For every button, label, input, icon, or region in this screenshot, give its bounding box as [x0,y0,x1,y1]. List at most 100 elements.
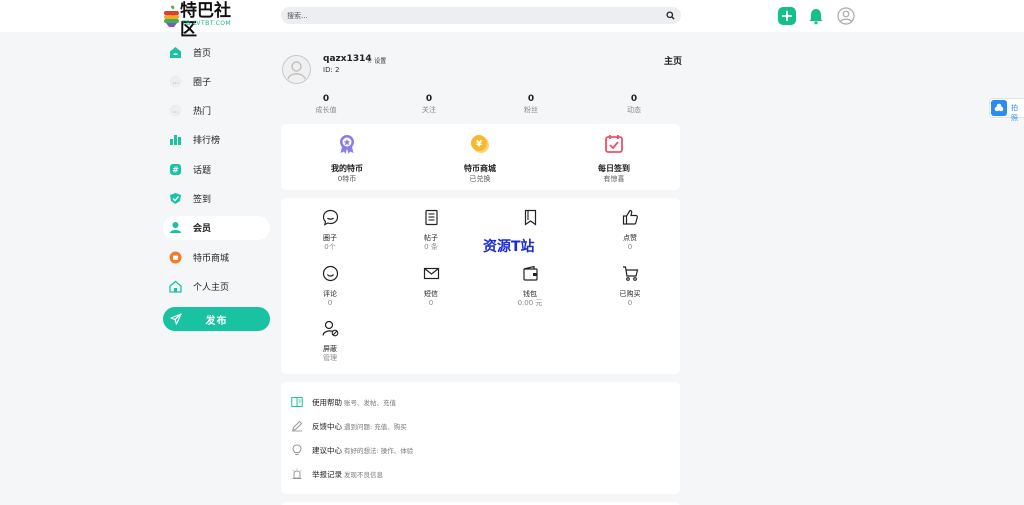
grid-subtitle: 0个 [324,243,336,251]
sidebar-item-label: 会员 [193,224,212,235]
help-item-reports[interactable]: 举报记录 发现不良信息 [291,467,383,481]
function-grid-card: 圈子 0个 帖子 0 条 点赞 0 评论 0 短信 0 钱包 0.00 元 已购… [281,198,680,374]
avatar[interactable] [282,55,311,84]
stat-following[interactable]: 0 关注 [389,93,469,115]
block-user-icon [321,320,338,337]
chat-icon [322,209,338,226]
stat-followers[interactable]: 0 粉丝 [491,93,571,115]
sidebar-item-hot[interactable]: … 热门 [163,99,270,123]
grid-item-wallet[interactable]: 钱包 0.00 元 [500,265,560,308]
sidebar-item-label: 排行榜 [193,136,221,147]
sidebar-nav: 首页 … 圈子 … 热门 排行榜 # 话题 签到 会员 特币商城 个人主页 [163,40,270,304]
help-item-suggestions[interactable]: 建议中心 有好的想法: 操作、体验 [291,443,413,457]
sidebar-item-profile[interactable]: 个人主页 [163,274,270,298]
grid-title: 评论 [323,290,337,298]
cloud-icon [991,100,1007,116]
sidebar-item-label: 签到 [193,194,212,205]
ranking-icon [170,135,181,146]
sidebar-item-ranking[interactable]: 排行榜 [163,128,270,152]
grid-item-posts[interactable]: 帖子 0 条 [401,209,461,252]
help-title: 建议中心 [312,445,342,455]
watermark-text: 资源T站 [483,239,535,255]
bell-icon[interactable] [807,7,825,25]
grid-title: 帖子 [424,234,438,242]
sidebar-item-checkin[interactable]: 签到 [163,186,270,210]
feature-card: 我的特币 0特币 ¥ 特币商城 已兑换 每日签到 有惊喜 [281,124,680,190]
help-card: 使用帮助 账号、发帖、充值 反馈中心 遇到问题: 充值、购买 建议中心 有好的想… [281,382,680,494]
grid-subtitle: 0 [627,243,633,251]
add-button[interactable]: + [778,7,796,25]
stat-label: 动态 [627,106,641,114]
feature-daily-checkin[interactable]: 每日签到 有惊喜 [569,133,659,184]
svg-text:…: … [172,107,179,115]
user-id: ID: 2 [323,66,340,74]
help-title: 使用帮助 [312,397,342,407]
publish-button[interactable]: 发布 [163,307,270,331]
grid-item-comments[interactable]: 评论 0 [300,265,360,308]
stat-value: 0 [425,94,433,104]
coin-icon: ¥ [471,135,489,153]
help-description: 发现不良信息 [344,471,383,479]
grid-item-block[interactable]: 屏蔽 管理 [300,320,360,363]
profile-home-icon [169,280,182,293]
svg-text:#: # [172,165,179,174]
cart-icon [622,266,638,281]
homepage-link[interactable]: 主页 [664,54,682,67]
grid-title: 点赞 [623,234,637,242]
grid-item-favorites[interactable] [500,209,560,234]
grid-subtitle: 0 [428,299,434,307]
feature-title: 我的特币 [331,164,363,173]
settings-link[interactable]: ☆ 设置 [367,56,386,65]
grid-item-messages[interactable]: 短信 0 [401,265,461,308]
top-header: 特巴社区 TB.LVTBT.COM + [0,0,1024,40]
help-title: 举报记录 [312,469,342,479]
feature-coin-shop[interactable]: ¥ 特币商城 已兑换 [435,133,525,184]
svg-text:¥: ¥ [476,140,483,150]
sidebar-item-label: 首页 [193,48,212,59]
sidebar-item-circles[interactable]: … 圈子 [163,69,270,93]
grid-title: 钱包 [523,290,537,298]
search-input[interactable] [287,9,657,22]
svg-text:…: … [172,77,179,85]
sidebar-item-topics[interactable]: # 话题 [163,157,270,181]
stat-value: 0 [527,94,535,104]
sidebar-item-label: 特币商城 [193,253,230,264]
feature-subtitle: 0特币 [337,175,357,183]
logo-subtext: TB.LVTBT.COM [182,20,232,27]
grid-item-likes[interactable]: 点赞 0 [600,209,660,252]
sidebar-item-label: 圈子 [193,77,212,88]
search-icon[interactable] [666,11,675,20]
grid-subtitle: 0.00 元 [517,299,543,307]
user-avatar-icon[interactable] [837,7,855,25]
stat-label: 关注 [422,106,436,114]
stats-row: 0 成长值 0 关注 0 粉丝 0 动态 [281,93,680,117]
sidebar-item-label: 话题 [193,165,212,176]
bulb-icon [292,444,302,455]
sidebar-item-member[interactable]: 会员 [163,215,270,240]
stat-growth[interactable]: 0 成长值 [286,93,366,115]
smile-icon [322,265,338,282]
grid-subtitle: 0 条 [424,243,438,251]
help-description: 有好的想法: 操作、体验 [344,447,414,455]
grid-item-circles[interactable]: 圈子 0个 [300,209,360,252]
help-item-feedback[interactable]: 反馈中心 遇到问题: 充值、购买 [291,419,407,433]
grid-title: 圈子 [323,234,337,242]
help-item-usage[interactable]: 使用帮助 账号、发帖、充值 [291,395,396,409]
grid-subtitle: 0 [627,299,633,307]
stat-posts[interactable]: 0 动态 [594,93,674,115]
grid-subtitle: 管理 [323,354,337,362]
member-icon [170,222,181,234]
badge-icon [340,135,354,154]
grid-item-purchased[interactable]: 已购买 0 [600,265,660,308]
side-float-tab[interactable]: 拍照 [989,98,1024,122]
grid-title: 已购买 [619,290,641,298]
help-description: 账号、发帖、充值 [344,399,396,407]
site-logo[interactable]: 特巴社区 TB.LVTBT.COM [163,2,233,40]
feature-my-coins[interactable]: 我的特币 0特币 [302,133,392,184]
home-icon [170,46,181,58]
sidebar-item-home[interactable]: 首页 [163,40,270,64]
help-description: 遇到问题: 充值、购买 [344,423,407,431]
grid-title: 屏蔽 [323,345,337,353]
sidebar-item-shop[interactable]: 特币商城 [163,245,270,269]
logo-fruit-icon [164,5,179,27]
